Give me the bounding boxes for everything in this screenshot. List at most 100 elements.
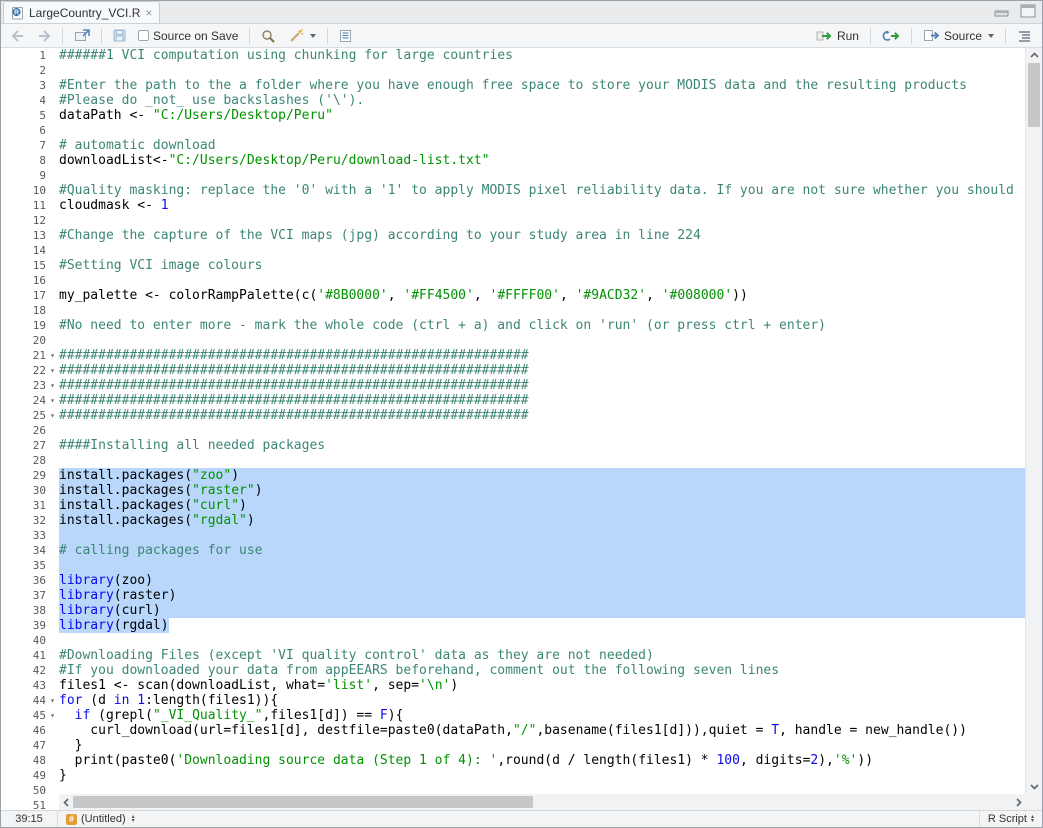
code-text[interactable]: # automatic download [59, 138, 1025, 153]
fold-arrow-icon[interactable]: ▾ [46, 708, 59, 723]
code-line[interactable]: 27####Installing all needed packages [1, 438, 1025, 453]
code-line[interactable]: 5dataPath <- "C:/Users/Desktop/Peru" [1, 108, 1025, 123]
file-type-selector[interactable]: R Script ▴▾ [979, 811, 1042, 827]
code-line[interactable]: 41#Downloading Files (except 'VI quality… [1, 648, 1025, 663]
scroll-left-icon[interactable] [59, 794, 72, 810]
fold-arrow-icon[interactable]: ▾ [46, 378, 59, 393]
code-text[interactable] [59, 528, 1025, 543]
source-on-save-checkbox[interactable]: Source on Save [134, 27, 242, 45]
save-button[interactable] [109, 27, 130, 44]
code-text[interactable]: ########################################… [59, 408, 1025, 423]
code-line[interactable]: 32install.packages("rgdal") [1, 513, 1025, 528]
tab-file[interactable]: R LargeCountry_VCI.R × [3, 1, 160, 23]
code-line[interactable]: 40 [1, 633, 1025, 648]
fold-arrow-icon[interactable]: ▾ [46, 693, 59, 708]
vertical-scrollbar[interactable] [1025, 48, 1042, 794]
code-line[interactable]: 37library(raster) [1, 588, 1025, 603]
code-line[interactable]: 17my_palette <- colorRampPalette(c('#8B0… [1, 288, 1025, 303]
code-line[interactable]: 20 [1, 333, 1025, 348]
code-text[interactable] [59, 333, 1025, 348]
code-text[interactable]: ########################################… [59, 378, 1025, 393]
code-line[interactable]: 24▾#####################################… [1, 393, 1025, 408]
code-text[interactable] [59, 63, 1025, 78]
code-text[interactable]: install.packages("zoo") [59, 468, 1025, 483]
code-text[interactable]: install.packages("raster") [59, 483, 1025, 498]
source-on-save-label[interactable]: Source on Save [153, 29, 238, 43]
code-text[interactable]: ######1 VCI computation using chunking f… [59, 48, 1025, 63]
code-line[interactable]: 10#Quality masking: replace the '0' with… [1, 183, 1025, 198]
maximize-pane-icon[interactable] [1020, 4, 1036, 18]
horizontal-scrollbar[interactable] [59, 794, 1025, 810]
code-line[interactable]: 19#No need to enter more - mark the whol… [1, 318, 1025, 333]
horizontal-scroll-thumb[interactable] [73, 796, 533, 808]
code-tools-button[interactable] [284, 27, 320, 45]
code-text[interactable]: files1 <- scan(downloadList, what='list'… [59, 678, 1025, 693]
code-line[interactable]: 33 [1, 528, 1025, 543]
code-line[interactable]: 12 [1, 213, 1025, 228]
code-text[interactable]: downloadList<-"C:/Users/Desktop/Peru/dow… [59, 153, 1025, 168]
code-text[interactable] [59, 168, 1025, 183]
code-line[interactable]: 46 curl_download(url=files1[d], destfile… [1, 723, 1025, 738]
code-line[interactable]: 18 [1, 303, 1025, 318]
code-line[interactable]: 16 [1, 273, 1025, 288]
code-line[interactable]: 36library(zoo) [1, 573, 1025, 588]
code-line[interactable]: 29install.packages("zoo") [1, 468, 1025, 483]
code-line[interactable]: 15#Setting VCI image colours [1, 258, 1025, 273]
code-line[interactable]: 49} [1, 768, 1025, 783]
code-line[interactable]: 4#Please do _not_ use backslashes ('\'). [1, 93, 1025, 108]
fold-arrow-icon[interactable]: ▾ [46, 393, 59, 408]
code-text[interactable]: #Setting VCI image colours [59, 258, 1025, 273]
code-line[interactable]: 39library(rgdal) [1, 618, 1025, 633]
code-text[interactable]: #Enter the path to the a folder where yo… [59, 78, 1025, 93]
code-text[interactable]: } [59, 768, 1025, 783]
code-text[interactable]: curl_download(url=files1[d], destfile=pa… [59, 723, 1025, 738]
code-text[interactable]: print(paste0('Downloading source data (S… [59, 753, 1025, 768]
code-text[interactable] [59, 633, 1025, 648]
code-line[interactable]: 30install.packages("raster") [1, 483, 1025, 498]
tab-close-icon[interactable]: × [145, 8, 152, 18]
code-line[interactable]: 28 [1, 453, 1025, 468]
back-button[interactable] [7, 28, 29, 44]
code-text[interactable]: library(raster) [59, 588, 1025, 603]
code-line[interactable]: 21▾#####################################… [1, 348, 1025, 363]
code-line[interactable]: 31install.packages("curl") [1, 498, 1025, 513]
code-text[interactable]: for (d in 1:length(files1)){ [59, 693, 1025, 708]
code-text[interactable]: ########################################… [59, 363, 1025, 378]
fold-arrow-icon[interactable]: ▾ [46, 408, 59, 423]
code-line[interactable]: 13#Change the capture of the VCI maps (j… [1, 228, 1025, 243]
compile-report-button[interactable] [335, 27, 356, 45]
code-line[interactable]: 3#Enter the path to the a folder where y… [1, 78, 1025, 93]
checkbox-icon[interactable] [138, 30, 149, 41]
code-text[interactable]: library(rgdal) [59, 618, 1025, 633]
code-line[interactable]: 35 [1, 558, 1025, 573]
jump-label[interactable]: (Untitled) [81, 813, 126, 825]
forward-button[interactable] [33, 28, 55, 44]
code-line[interactable]: 6 [1, 123, 1025, 138]
code-text[interactable]: library(curl) [59, 603, 1025, 618]
fold-arrow-icon[interactable]: ▾ [46, 348, 59, 363]
vertical-scroll-thumb[interactable] [1028, 63, 1040, 127]
code-line[interactable]: 34# calling packages for use [1, 543, 1025, 558]
code-line[interactable]: 25▾#####################################… [1, 408, 1025, 423]
code-line[interactable]: 8downloadList<-"C:/Users/Desktop/Peru/do… [1, 153, 1025, 168]
code-text[interactable]: # calling packages for use [59, 543, 1025, 558]
code-line[interactable]: 9 [1, 168, 1025, 183]
code-line[interactable]: 38library(curl) [1, 603, 1025, 618]
code-text[interactable]: install.packages("rgdal") [59, 513, 1025, 528]
code-text[interactable]: if (grepl("_VI_Quality_",files1[d]) == F… [59, 708, 1025, 723]
rerun-button[interactable] [878, 28, 904, 44]
code-line[interactable]: 26 [1, 423, 1025, 438]
code-line[interactable]: 42#If you downloaded your data from appE… [1, 663, 1025, 678]
source-button[interactable]: Source [919, 27, 998, 45]
code-text[interactable]: cloudmask <- 1 [59, 198, 1025, 213]
code-editor[interactable]: 1######1 VCI computation using chunking … [1, 48, 1042, 810]
code-text[interactable]: #Please do _not_ use backslashes ('\'). [59, 93, 1025, 108]
scroll-right-icon[interactable] [1012, 794, 1025, 810]
code-line[interactable]: 2 [1, 63, 1025, 78]
code-text[interactable]: #Change the capture of the VCI maps (jpg… [59, 228, 1025, 243]
minimize-pane-icon[interactable] [994, 5, 1010, 17]
find-replace-button[interactable] [257, 27, 280, 45]
code-text[interactable] [59, 213, 1025, 228]
code-text[interactable]: #Quality masking: replace the '0' with a… [59, 183, 1025, 198]
code-line[interactable]: 22▾#####################################… [1, 363, 1025, 378]
